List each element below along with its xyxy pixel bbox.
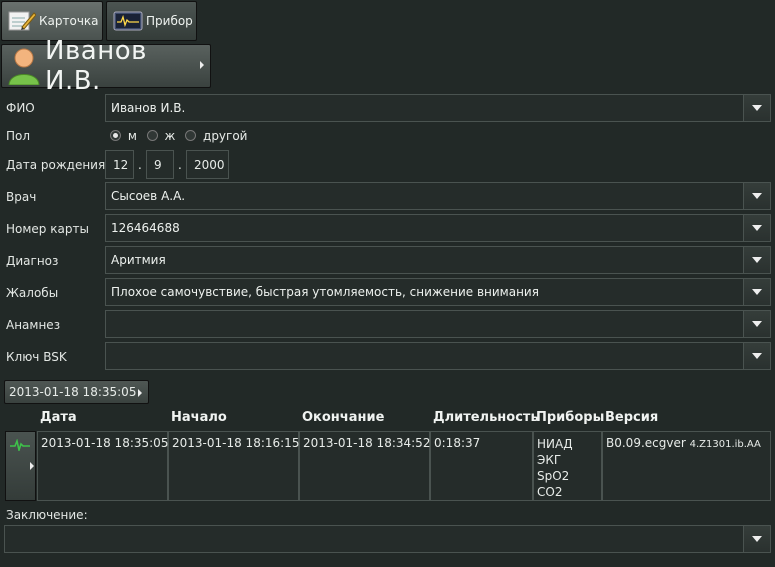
header-end: Окончание <box>302 410 385 425</box>
device-item: SpO2 <box>537 469 570 483</box>
fio-value: Иванов И.В. <box>111 101 186 115</box>
chevron-right-icon <box>30 462 34 470</box>
dob-day: 12 <box>113 158 129 172</box>
cell-duration: 0:18:37 <box>430 431 533 501</box>
cell-end: 2013-01-18 18:34:52 <box>299 431 430 501</box>
dob-month: 9 <box>154 158 162 172</box>
dob-month-field[interactable]: 9 <box>146 150 174 179</box>
device-item: НИАД <box>537 437 573 451</box>
doctor-value: Сысоев А.А. <box>111 189 186 203</box>
sex-radio-group: м ж другой <box>110 128 247 144</box>
diagnosis-field[interactable]: Аритмия <box>105 246 771 274</box>
header-duration: Длительность <box>433 410 539 425</box>
chevron-down-icon[interactable] <box>743 183 770 209</box>
cell-version: B0.09.ecgver 4.Z1301.ib.AA <box>602 431 771 501</box>
cell-duration-value: 0:18:37 <box>434 436 481 450</box>
chevron-down-icon[interactable] <box>743 279 770 305</box>
radio-other-label: другой <box>203 129 248 143</box>
tab-card[interactable]: Карточка <box>1 1 103 41</box>
diagnosis-label: Диагноз <box>6 254 59 268</box>
header-version: Версия <box>605 410 659 425</box>
dob-day-field[interactable]: 12 <box>105 150 134 179</box>
dob-year: 2000 <box>194 158 225 172</box>
fio-label: ФИО <box>6 101 35 115</box>
cell-date: 2013-01-18 18:35:05 <box>37 431 168 501</box>
sex-label: Пол <box>6 129 31 143</box>
card-number-label: Номер карты <box>6 222 89 236</box>
header-start: Начало <box>171 410 227 425</box>
version-sub: 4.Z1301.ib.AA <box>689 439 761 450</box>
chevron-down-icon[interactable] <box>743 247 770 273</box>
chevron-down-icon[interactable] <box>743 311 770 337</box>
patient-header-button[interactable]: Иванов И.В. <box>1 36 211 96</box>
device-item: CO2 <box>537 485 563 499</box>
session-select-button[interactable]: 2013-01-18 18:35:05 <box>4 380 149 404</box>
card-edit-icon <box>8 9 36 33</box>
dob-year-field[interactable]: 2000 <box>186 150 229 179</box>
doctor-field[interactable]: Сысоев А.А. <box>105 182 771 210</box>
complaints-field[interactable]: Плохое самочувствие, быстрая утомляемост… <box>105 278 771 306</box>
complaints-label: Жалобы <box>6 286 59 300</box>
tab-device-label: Прибор <box>146 14 193 28</box>
device-monitor-icon <box>113 10 143 32</box>
chevron-down-icon[interactable] <box>743 215 770 241</box>
session-button-label: 2013-01-18 18:35:05 <box>9 385 137 399</box>
conclusion-field[interactable] <box>4 525 771 553</box>
chevron-right-icon <box>200 61 204 69</box>
header-devices: Приборы <box>536 410 605 425</box>
ecg-wave-icon <box>10 438 30 454</box>
anamnesis-label: Анамнез <box>6 318 61 332</box>
card-number-value: 126464688 <box>111 221 180 235</box>
dob-separator: . <box>178 158 182 172</box>
radio-male[interactable] <box>110 130 121 141</box>
complaints-value: Плохое самочувствие, быстрая утомляемост… <box>111 285 539 299</box>
cell-start-value: 2013-01-18 18:16:15 <box>172 436 300 450</box>
anamnesis-field[interactable] <box>105 310 771 338</box>
radio-female[interactable] <box>146 130 158 141</box>
cell-end-value: 2013-01-18 18:34:52 <box>303 436 431 450</box>
bsk-key-field[interactable] <box>105 342 771 370</box>
device-item: ЭКГ <box>537 453 562 467</box>
cell-devices: НИАД ЭКГ SpO2 CO2 <box>533 431 602 501</box>
person-icon <box>7 47 41 85</box>
patient-name: Иванов И.В. <box>45 36 147 96</box>
bsk-key-label: Ключ BSK <box>6 350 67 364</box>
chevron-right-icon <box>138 389 142 397</box>
header-date: Дата <box>40 410 77 425</box>
tab-device[interactable]: Прибор <box>106 1 197 41</box>
fio-field[interactable]: Иванов И.В. <box>105 94 771 122</box>
chevron-down-icon[interactable] <box>743 526 770 552</box>
row-expand-button[interactable] <box>5 431 36 501</box>
cell-date-value: 2013-01-18 18:35:05 <box>41 436 169 450</box>
dob-separator: . <box>138 158 142 172</box>
card-number-field[interactable]: 126464688 <box>105 214 771 242</box>
tab-card-label: Карточка <box>39 14 99 28</box>
radio-male-label: м <box>127 129 137 143</box>
dob-label: Дата рождения <box>6 158 106 172</box>
doctor-label: Врач <box>6 190 37 204</box>
radio-female-label: ж <box>164 129 176 143</box>
diagnosis-value: Аритмия <box>111 253 166 267</box>
conclusion-label: Заключение: <box>6 508 88 522</box>
chevron-down-icon[interactable] <box>743 95 770 121</box>
chevron-down-icon[interactable] <box>743 343 770 369</box>
radio-other[interactable] <box>185 130 197 141</box>
cell-start: 2013-01-18 18:16:15 <box>168 431 299 501</box>
version-main: B0.09.ecgver <box>606 436 686 450</box>
